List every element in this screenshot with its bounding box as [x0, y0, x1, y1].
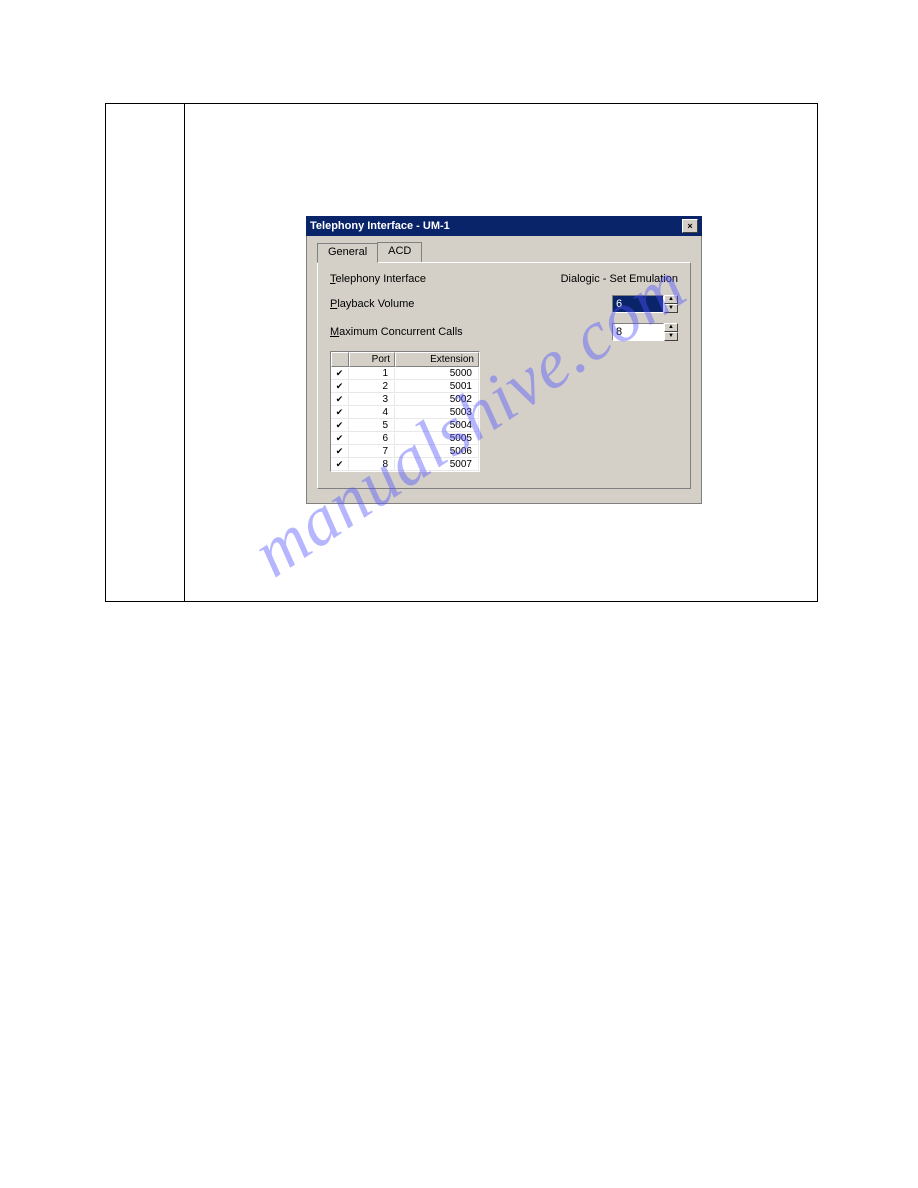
- row-max-concurrent-calls: Maximum Concurrent Calls ▲ ▼: [330, 323, 678, 341]
- check-icon: ✔: [336, 381, 344, 392]
- playback-volume-input[interactable]: [612, 295, 664, 313]
- row-extension: 5006: [395, 446, 479, 458]
- check-icon: ✔: [336, 433, 344, 444]
- table-row[interactable]: ✔ 15000: [331, 367, 479, 380]
- check-icon: ✔: [336, 407, 344, 418]
- spin-up-icon[interactable]: ▲: [664, 295, 678, 304]
- grid-header-port[interactable]: Port: [349, 352, 395, 367]
- row-checkbox[interactable]: ✔: [331, 368, 349, 380]
- max-calls-spinner[interactable]: ▲ ▼: [612, 323, 678, 341]
- row-checkbox[interactable]: ✔: [331, 459, 349, 471]
- row-extension: 5000: [395, 368, 479, 380]
- ports-grid: Port Extension ✔15000✔25001✔35002✔45003✔…: [330, 351, 480, 472]
- spin-down-icon[interactable]: ▼: [664, 332, 678, 341]
- row-port: 6: [349, 433, 395, 445]
- close-button[interactable]: ×: [682, 219, 698, 233]
- row-port: 4: [349, 407, 395, 419]
- telephony-interface-value: Dialogic - Set Emulation: [561, 273, 678, 285]
- grid-header: Port Extension: [331, 352, 479, 367]
- row-extension: 5002: [395, 394, 479, 406]
- close-icon: ×: [687, 221, 692, 231]
- tab-strip: General ACD: [317, 242, 691, 262]
- row-checkbox[interactable]: ✔: [331, 381, 349, 393]
- playback-volume-label: Playback Volume: [330, 298, 612, 310]
- row-port: 1: [349, 368, 395, 380]
- row-telephony-interface: Telephony Interface Dialogic - Set Emula…: [330, 273, 678, 285]
- table-row[interactable]: ✔ 75006: [331, 445, 479, 458]
- row-extension: 5005: [395, 433, 479, 445]
- document-frame: Telephony Interface - UM-1 × General ACD…: [105, 103, 818, 602]
- spin-up-icon[interactable]: ▲: [664, 323, 678, 332]
- row-checkbox[interactable]: ✔: [331, 420, 349, 432]
- row-port: 7: [349, 446, 395, 458]
- table-row[interactable]: ✔ 85007: [331, 458, 479, 471]
- row-checkbox[interactable]: ✔: [331, 446, 349, 458]
- check-icon: ✔: [336, 394, 344, 405]
- grid-header-check[interactable]: [331, 352, 349, 367]
- row-playback-volume: Playback Volume ▲ ▼: [330, 295, 678, 313]
- left-cell: [106, 104, 185, 601]
- playback-volume-spinner[interactable]: ▲ ▼: [612, 295, 678, 313]
- row-port: 3: [349, 394, 395, 406]
- row-checkbox[interactable]: ✔: [331, 394, 349, 406]
- row-port: 5: [349, 420, 395, 432]
- check-icon: ✔: [336, 459, 344, 470]
- titlebar: Telephony Interface - UM-1 ×: [306, 216, 702, 236]
- table-row[interactable]: ✔ 55004: [331, 419, 479, 432]
- max-calls-input[interactable]: [612, 323, 664, 341]
- row-checkbox[interactable]: ✔: [331, 407, 349, 419]
- grid-body: ✔ 15000 ✔ 25001 ✔ 35002 ✔ 45003 ✔ 55004 ✔ 65005 ✔ 750…: [331, 367, 479, 471]
- tab-acd[interactable]: ACD: [377, 242, 422, 262]
- table-row[interactable]: ✔ 25001: [331, 380, 479, 393]
- max-calls-label: Maximum Concurrent Calls: [330, 326, 612, 338]
- dialog-window: Telephony Interface - UM-1 × General ACD…: [306, 216, 702, 504]
- row-extension: 5003: [395, 407, 479, 419]
- tab-general[interactable]: General: [317, 243, 378, 263]
- telephony-interface-label: Telephony Interface: [330, 273, 561, 285]
- window-title: Telephony Interface - UM-1: [310, 220, 682, 232]
- spin-down-icon[interactable]: ▼: [664, 304, 678, 313]
- check-icon: ✔: [336, 368, 344, 379]
- table-row[interactable]: ✔ 35002: [331, 393, 479, 406]
- row-extension: 5001: [395, 381, 479, 393]
- check-icon: ✔: [336, 446, 344, 457]
- tab-body-general: Telephony Interface Dialogic - Set Emula…: [317, 262, 691, 489]
- row-extension: 5007: [395, 459, 479, 471]
- table-row[interactable]: ✔ 65005: [331, 432, 479, 445]
- row-extension: 5004: [395, 420, 479, 432]
- row-port: 8: [349, 459, 395, 471]
- table-row[interactable]: ✔ 45003: [331, 406, 479, 419]
- row-checkbox[interactable]: ✔: [331, 433, 349, 445]
- grid-header-extension[interactable]: Extension: [395, 352, 479, 367]
- row-port: 2: [349, 381, 395, 393]
- dialog-client-area: General ACD Telephony Interface Dialogic…: [306, 236, 702, 504]
- check-icon: ✔: [336, 420, 344, 431]
